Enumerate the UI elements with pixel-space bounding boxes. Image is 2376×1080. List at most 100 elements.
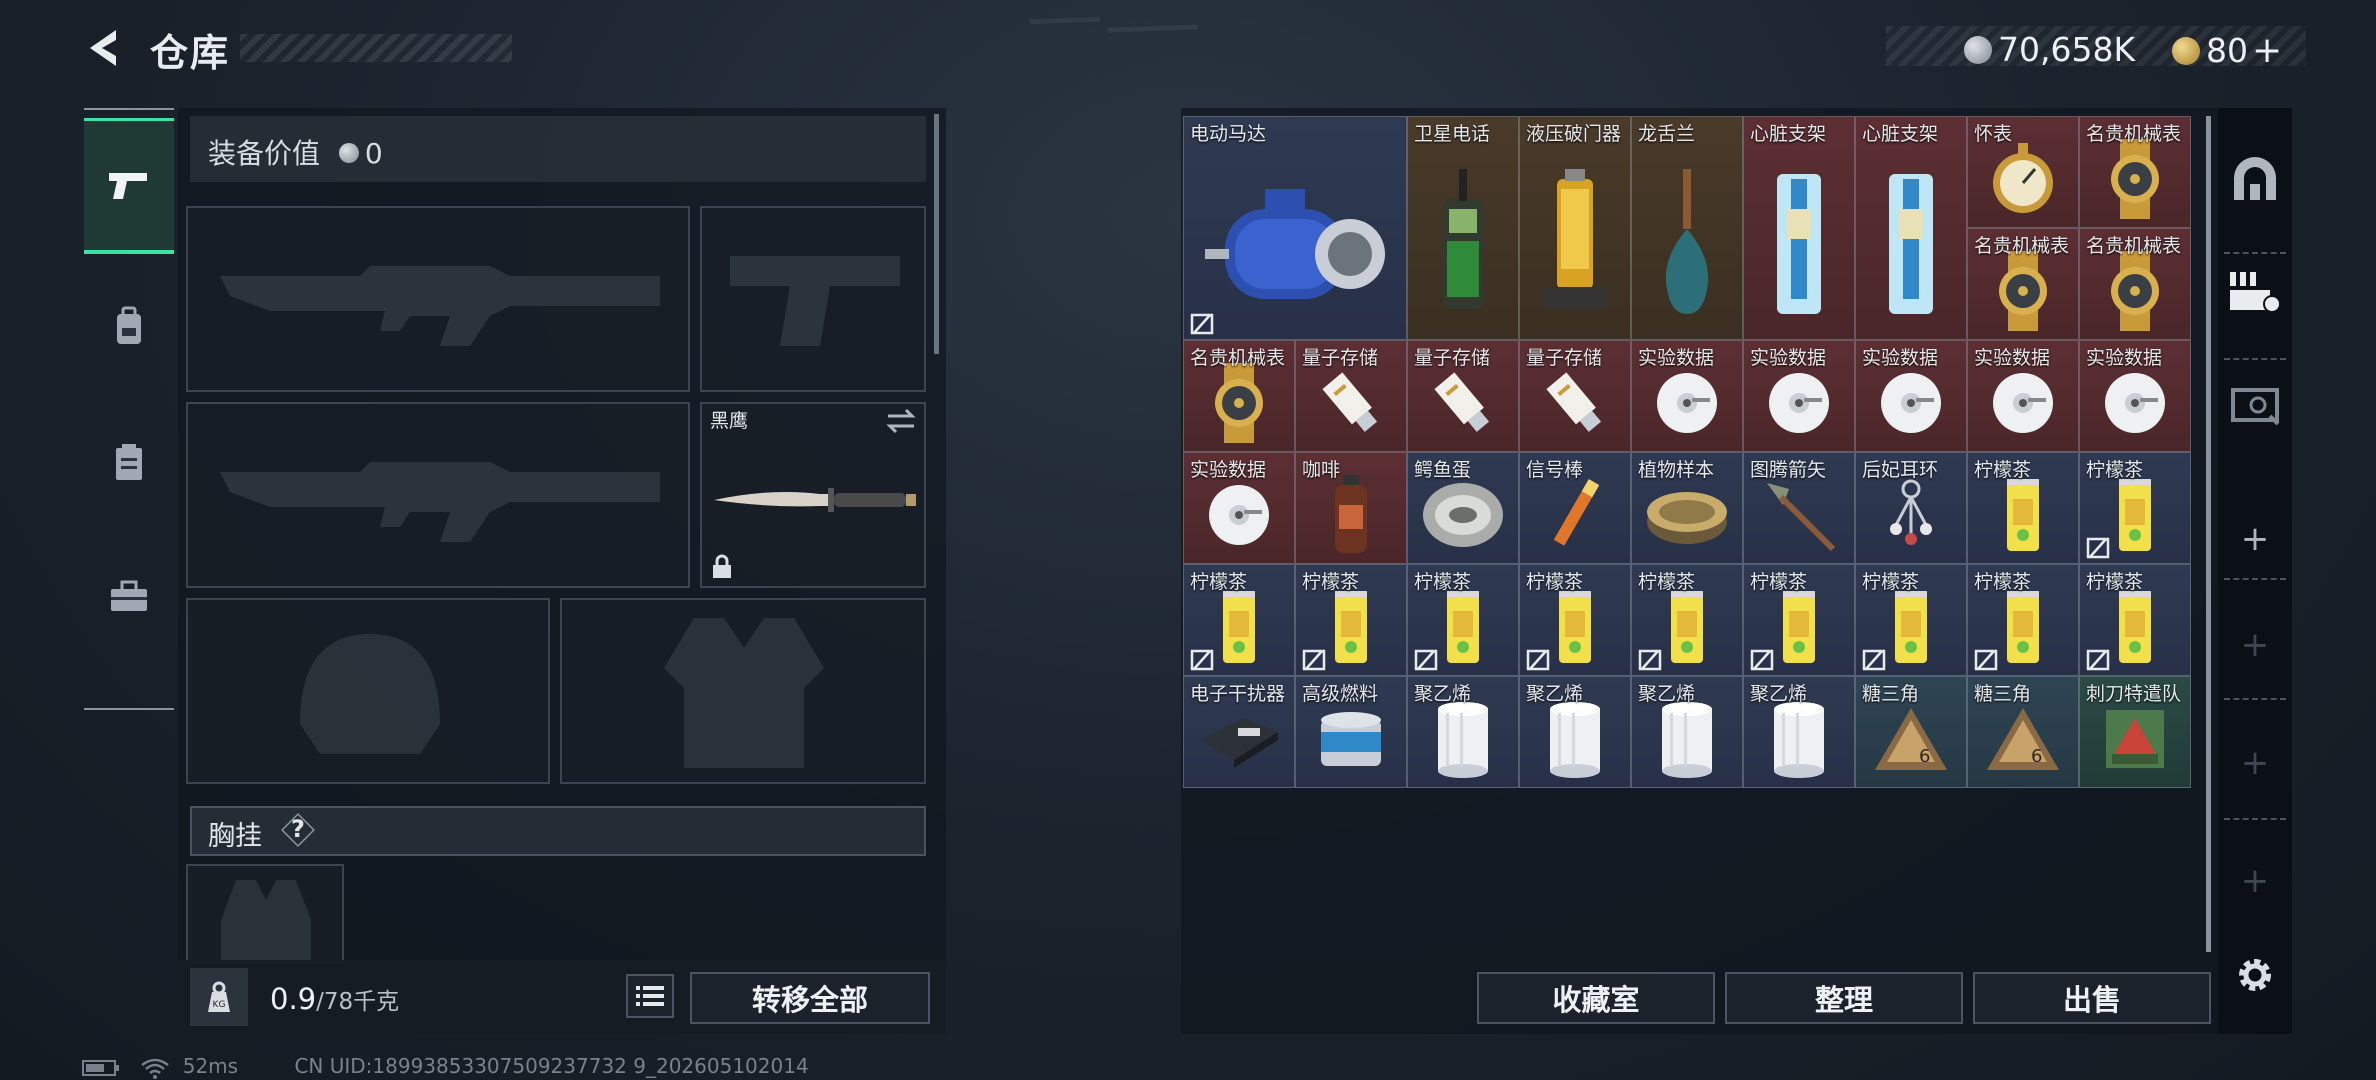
- stash-item[interactable]: 柠檬茶: [1967, 564, 2079, 676]
- body-armor-slot[interactable]: [560, 598, 926, 784]
- collection-room-button[interactable]: 收藏室: [1477, 972, 1715, 1024]
- stash-item[interactable]: 柠檬茶: [1967, 452, 2079, 564]
- add-slot-button-2[interactable]: +: [2226, 616, 2284, 674]
- currency-bar: 70,658K 80 +: [1886, 26, 2306, 71]
- stash-item[interactable]: 柠檬茶: [1295, 564, 1407, 676]
- stash-item-name: 柠檬茶: [1302, 571, 1360, 593]
- svg-text:KG: KG: [213, 1000, 226, 1010]
- stash-item[interactable]: 卫星电话: [1407, 116, 1519, 340]
- stash-item[interactable]: 心脏支架: [1855, 116, 1967, 340]
- stash-item[interactable]: 心脏支架: [1743, 116, 1855, 340]
- stash-item[interactable]: 实验数据: [2079, 340, 2191, 452]
- lemon-tea-can-icon: [1891, 587, 1931, 671]
- stash-item[interactable]: 实验数据: [1631, 340, 1743, 452]
- equipment-footer: KG 0.9/78千克 转移全部: [178, 960, 946, 1034]
- add-slot-button-1[interactable]: +: [2226, 510, 2284, 568]
- stash-box-tab[interactable]: [2226, 374, 2284, 432]
- stash-box-icon: [2231, 388, 2280, 426]
- swap-icon[interactable]: [886, 408, 916, 434]
- stash-item[interactable]: 柠檬茶: [1519, 564, 1631, 676]
- stash-item[interactable]: 电动马达: [1183, 116, 1407, 340]
- stash-item[interactable]: 龙舌兰: [1631, 116, 1743, 340]
- stash-item[interactable]: 聚乙烯: [1743, 676, 1855, 788]
- stash-item[interactable]: 量子存储: [1407, 340, 1519, 452]
- stash-item[interactable]: 信号棒: [1519, 452, 1631, 564]
- chest-rig-label: 胸挂: [208, 821, 262, 852]
- settings-button[interactable]: [2226, 946, 2284, 1004]
- nav-tab-gear[interactable]: [84, 394, 174, 530]
- stash-item[interactable]: 量子存储: [1295, 340, 1407, 452]
- back-arrow-icon: [90, 30, 116, 66]
- stash-item[interactable]: 实验数据: [1743, 340, 1855, 452]
- stash-item[interactable]: 柠檬茶: [2079, 564, 2191, 676]
- stash-item[interactable]: 柠檬茶: [1743, 564, 1855, 676]
- stash-item[interactable]: 柠檬茶: [1631, 564, 1743, 676]
- list-view-button[interactable]: [626, 974, 674, 1018]
- stash-item[interactable]: 实验数据: [1183, 452, 1295, 564]
- sort-button[interactable]: 整理: [1725, 972, 1963, 1024]
- chest-rig-slot[interactable]: [186, 864, 344, 964]
- chest-rig-silhouette-icon: [221, 880, 311, 960]
- stash-item[interactable]: 电子干扰器: [1183, 676, 1295, 788]
- stash-item[interactable]: 名贵机械表: [1183, 340, 1295, 452]
- stash-item-name: 实验数据: [1862, 347, 1939, 369]
- gold-currency[interactable]: 80 +: [2172, 30, 2282, 71]
- primary-weapon-slot-2[interactable]: [186, 402, 690, 588]
- stash-item[interactable]: 糖三角 6: [1855, 676, 1967, 788]
- add-slot-button-3[interactable]: +: [2226, 734, 2284, 792]
- stash-item[interactable]: 刺刀特遣队: [2079, 676, 2191, 788]
- equipment-scrollbar[interactable]: [934, 114, 939, 354]
- nav-tab-weapons[interactable]: [84, 118, 174, 254]
- help-question-mark[interactable]: ?: [291, 815, 305, 843]
- backpack-icon: [117, 306, 141, 344]
- stash-item[interactable]: 液压破门器: [1519, 116, 1631, 340]
- stash-item[interactable]: 量子存储: [1519, 340, 1631, 452]
- back-button[interactable]: [82, 26, 126, 70]
- stash-item[interactable]: 图腾箭矢: [1743, 452, 1855, 564]
- stash-item[interactable]: 聚乙烯: [1407, 676, 1519, 788]
- helmet-silhouette-icon: [300, 634, 440, 754]
- nav-tab-backpack[interactable]: [84, 258, 174, 394]
- stash-item[interactable]: 柠檬茶: [1183, 564, 1295, 676]
- stash-item[interactable]: 实验数据: [1967, 340, 2079, 452]
- stash-item[interactable]: 植物样本: [1631, 452, 1743, 564]
- stash-item[interactable]: 柠檬茶: [1855, 564, 1967, 676]
- settings-gear-icon: [2239, 959, 2271, 991]
- heart-stent-icon: [1769, 169, 1829, 323]
- silver-coin-icon: [338, 143, 359, 163]
- stash-item[interactable]: 怀表: [1967, 116, 2079, 228]
- tequila-bottle-icon: [1657, 168, 1717, 323]
- safe-house-tab[interactable]: [2226, 150, 2284, 208]
- toolbox-icon: [111, 580, 147, 611]
- no-insure-icon: [1638, 649, 1662, 671]
- add-slot-button-4[interactable]: +: [2226, 852, 2284, 910]
- polyethylene-roll-icon: [1540, 699, 1610, 783]
- primary-weapon-slot-1[interactable]: [186, 206, 690, 392]
- nav-tab-tools[interactable]: [84, 528, 174, 664]
- stash-item[interactable]: 后妃耳环: [1855, 452, 1967, 564]
- stash-item-name: 柠檬茶: [2086, 571, 2144, 593]
- stash-item[interactable]: 糖三角 6: [1967, 676, 2079, 788]
- sell-button[interactable]: 出售: [1973, 972, 2211, 1024]
- stash-item[interactable]: 柠檬茶: [1407, 564, 1519, 676]
- stash-item-name: 聚乙烯: [1638, 683, 1696, 705]
- stash-item[interactable]: 聚乙烯: [1631, 676, 1743, 788]
- stash-item[interactable]: 咖啡: [1295, 452, 1407, 564]
- stash-item[interactable]: 鳄鱼蛋: [1407, 452, 1519, 564]
- stash-item[interactable]: 聚乙烯: [1519, 676, 1631, 788]
- add-currency-button[interactable]: +: [2252, 30, 2282, 71]
- melee-slot[interactable]: 黑鹰: [700, 402, 926, 588]
- stash-scrollbar[interactable]: [2206, 116, 2211, 952]
- stash-item-name: 名贵机械表: [1974, 235, 2070, 257]
- helmet-slot[interactable]: [186, 598, 550, 784]
- transfer-all-button[interactable]: 转移全部: [690, 972, 930, 1024]
- stash-item[interactable]: 名贵机械表: [1967, 228, 2079, 340]
- lemon-tea-can-icon: [1331, 587, 1371, 671]
- stash-item[interactable]: 名贵机械表: [2079, 116, 2191, 228]
- stash-item[interactable]: 高级燃料: [1295, 676, 1407, 788]
- equipment-sort-tab[interactable]: [2226, 262, 2284, 320]
- stash-item[interactable]: 名贵机械表: [2079, 228, 2191, 340]
- stash-item[interactable]: 柠檬茶: [2079, 452, 2191, 564]
- sidearm-slot[interactable]: [700, 206, 926, 392]
- stash-item[interactable]: 实验数据: [1855, 340, 1967, 452]
